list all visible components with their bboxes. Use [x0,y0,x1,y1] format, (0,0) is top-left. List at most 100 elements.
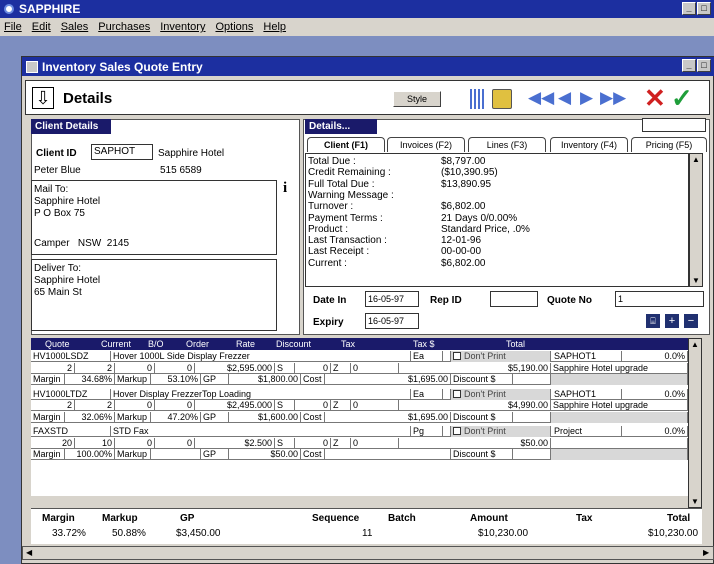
line-item-margin-row[interactable]: Margin 34.68% Markup 53.10% GP $1,800.00 Cost $… [31,374,688,385]
tax-code[interactable]: S [275,400,295,411]
menu-options[interactable]: Options [215,21,253,33]
bo-qty[interactable]: 0 [115,437,155,449]
printer-icon[interactable] [492,89,512,109]
line-item-values-row[interactable]: 2 2 0 0 $2,495.000 S 0 Z 0 $4,990.00 Sapphire Hote… [31,400,688,411]
tax-code[interactable]: S [275,362,295,374]
unit[interactable]: Ea [411,388,443,400]
scroll-down-icon[interactable]: ▼ [692,276,700,285]
tab-inventory[interactable]: Inventory (F4) [550,137,628,152]
remove-line-icon[interactable]: − [684,314,698,328]
tax-amount[interactable]: 0 [351,400,399,411]
rate[interactable]: $2,595.000 [195,362,275,374]
line-item-margin-row[interactable]: Margin 100.00% Markup GP $50.00 Cost Discount … [31,449,688,460]
dont-print-checkbox[interactable]: Don't Print [451,426,551,437]
current-qty[interactable]: 2 [75,362,115,374]
style-button[interactable]: Style [393,91,441,107]
tax-flag[interactable]: Z [331,362,351,374]
bo-qty[interactable]: 0 [115,400,155,411]
details-aux-field[interactable] [642,118,706,132]
first-record-icon[interactable]: ◀◀ [528,88,554,108]
col-quote[interactable]: Quote [45,339,70,349]
dont-print-checkbox[interactable]: Don't Print [451,351,551,362]
discount[interactable]: 0 [295,437,331,449]
line-item-row[interactable]: FAXSTD STD Fax Pg Don't Print Project 0.0% [31,426,688,437]
tax-amount[interactable]: 0 [351,362,399,374]
item-code[interactable]: HV1000LTDZ [31,388,111,400]
client-ref[interactable]: Project [552,426,622,437]
menu-sales[interactable]: Sales [61,21,89,33]
discount-value[interactable] [513,411,551,423]
rate[interactable]: $2,495.000 [195,400,275,411]
order-qty[interactable]: 0 [155,400,195,411]
line-total[interactable]: $5,190.00 [399,362,551,374]
current-qty[interactable]: 2 [75,400,115,411]
horizontal-scrollbar[interactable] [22,546,714,560]
grid-scrollbar[interactable] [688,338,702,508]
col-rate[interactable]: Rate [236,339,255,349]
line-note[interactable]: Sapphire Hotel upgrade [551,400,688,411]
date-in-field[interactable]: 16-05-97 [365,291,419,307]
info-icon[interactable]: i [283,180,287,197]
rate[interactable]: $2.500 [195,437,275,449]
maximize-button[interactable]: □ [697,2,711,15]
item-description[interactable]: STD Fax [111,426,411,437]
checkbox-icon[interactable] [453,352,461,360]
accept-icon[interactable]: ✓ [671,83,693,114]
grid-scroll-up-icon[interactable]: ▲ [691,340,699,349]
tax-code[interactable]: S [275,437,295,449]
rep-id-field[interactable] [490,291,538,307]
percent[interactable]: 0.0% [622,388,688,400]
menu-file[interactable]: File [4,21,22,33]
discount-value[interactable] [513,374,551,385]
columns-icon[interactable] [470,89,484,109]
percent[interactable]: 0.0% [622,426,688,437]
tab-client[interactable]: Client (F1) [307,137,385,152]
item-description[interactable]: Hover Display FrezzerTop Loading [111,388,411,400]
next-record-icon[interactable]: ▶ [580,88,593,108]
tax-amount[interactable]: 0 [351,437,399,449]
line-total[interactable]: $50.00 [399,437,551,449]
tax-flag[interactable]: Z [331,437,351,449]
scroll-up-icon[interactable]: ▲ [692,155,700,164]
unit[interactable]: Ea [411,351,443,362]
line-item-values-row[interactable]: 20 10 0 0 $2.500 S 0 Z 0 $50.00 [31,437,688,449]
line-item-row[interactable]: HV1000LTDZ Hover Display FrezzerTop Loadi… [31,388,688,400]
add-line-icon[interactable]: + [665,314,679,328]
line-note[interactable] [551,437,688,449]
col-current[interactable]: Current [101,339,131,349]
order-qty[interactable]: 0 [155,437,195,449]
dont-print-checkbox[interactable]: Don't Print [451,388,551,400]
tab-invoices[interactable]: Invoices (F2) [387,137,465,152]
col-bo[interactable]: B/O [148,339,164,349]
grid-scroll-down-icon[interactable]: ▼ [691,497,699,506]
expiry-field[interactable]: 16-05-97 [365,313,419,329]
line-note[interactable]: Sapphire Hotel upgrade [551,362,688,374]
percent[interactable]: 0.0% [622,351,688,362]
menu-help[interactable]: Help [263,21,286,33]
details-scrollbar[interactable] [689,153,703,287]
minimize-button[interactable]: _ [682,2,696,15]
quote-qty[interactable]: 20 [31,437,75,449]
line-item-margin-row[interactable]: Margin 32.06% Markup 47.20% GP $1,600.00 Cost $… [31,411,688,423]
quote-qty[interactable]: 2 [31,400,75,411]
item-code[interactable]: FAXSTD [31,426,111,437]
current-qty[interactable]: 10 [75,437,115,449]
prev-record-icon[interactable]: ◀ [558,88,571,108]
item-code[interactable]: HV1000LSDZ [31,351,111,362]
tax-flag[interactable]: Z [331,400,351,411]
last-record-icon[interactable]: ▶▶ [600,88,626,108]
child-maximize-button[interactable]: □ [697,59,711,72]
client-ref[interactable]: SAPHOT1 [552,351,622,362]
down-arrow-icon[interactable]: ⇩ [32,87,54,109]
line-item-row[interactable]: HV1000LSDZ Hover 1000L Side Display Frezz… [31,351,688,362]
unit[interactable]: Pg [411,426,443,437]
line-item-values-row[interactable]: 2 2 0 0 $2,595.000 S 0 Z 0 $5,190.00 Sapphire Hote… [31,362,688,374]
checkbox-icon[interactable] [453,389,461,398]
menu-inventory[interactable]: Inventory [160,21,205,33]
line-total[interactable]: $4,990.00 [399,400,551,411]
client-ref[interactable]: SAPHOT1 [552,388,622,400]
checkbox-icon[interactable] [453,427,461,435]
quote-no-field[interactable]: 1 [615,291,704,307]
note-icon[interactable]: ⌸ [646,314,660,328]
quote-qty[interactable]: 2 [31,362,75,374]
